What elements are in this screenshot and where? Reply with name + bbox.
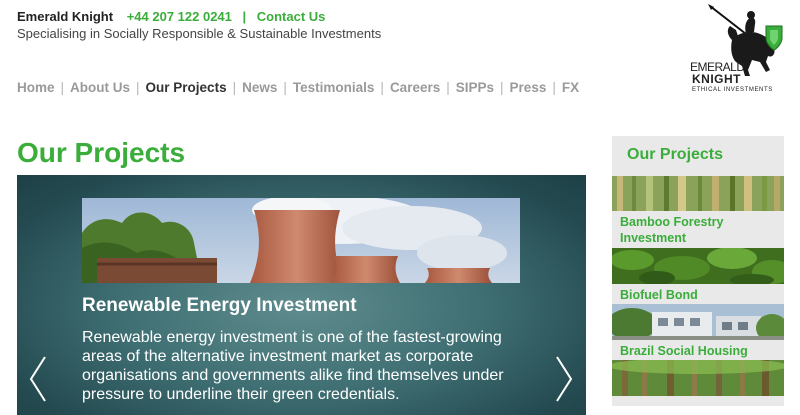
sidebar-heading: Our Projects bbox=[627, 146, 724, 163]
nav-divider: | bbox=[60, 80, 65, 95]
nav-divider: | bbox=[446, 80, 450, 95]
nav-divider: | bbox=[283, 80, 287, 95]
nav-news[interactable]: News bbox=[242, 80, 277, 95]
main-nav: Home | About Us | Our Projects | News | Testimon… bbox=[17, 80, 579, 95]
cooling-towers-photo bbox=[82, 198, 520, 283]
slide-title: Renewable Energy Investment bbox=[82, 295, 357, 316]
nav-divider: | bbox=[500, 80, 504, 95]
chevron-left-icon[interactable] bbox=[27, 355, 49, 403]
tagline: Specialising in Socially Responsible & S… bbox=[17, 26, 382, 41]
chevron-right-icon[interactable] bbox=[553, 355, 575, 403]
phone-number[interactable]: +44 207 122 0241 bbox=[127, 9, 232, 24]
nav-divider: | bbox=[552, 80, 556, 95]
logo-text-knight: KNIGHT bbox=[692, 72, 741, 86]
nav-testimonials[interactable]: Testimonials bbox=[293, 80, 375, 95]
header-separator: | bbox=[242, 9, 247, 24]
page-title: Our Projects bbox=[17, 137, 186, 168]
sidebar-item-brazil-social-housing[interactable]: Brazil Social Housing bbox=[620, 343, 780, 359]
nav-divider: | bbox=[232, 80, 237, 95]
bamboo-photo[interactable] bbox=[612, 176, 784, 211]
nav-home[interactable]: Home bbox=[17, 80, 55, 95]
company-name: Emerald Knight bbox=[17, 9, 114, 24]
biofuel-plants-photo[interactable] bbox=[612, 248, 784, 284]
logo-text-tagline: ETHICAL INVESTMENTS bbox=[692, 87, 773, 93]
nav-press[interactable]: Press bbox=[510, 80, 547, 95]
slide-description: Renewable energy investment is one of th… bbox=[82, 329, 504, 403]
header-contact-line: Emerald Knight +44 207 122 0241 | Contac… bbox=[17, 9, 325, 25]
project-slider: Renewable Energy Investment Renewable en… bbox=[17, 175, 586, 415]
projects-sidebar: Our Projects Bamboo Forestry Investment … bbox=[612, 136, 784, 406]
sidebar-item-biofuel-bond[interactable]: Biofuel Bond bbox=[620, 287, 780, 303]
nav-divider: | bbox=[136, 80, 140, 95]
nav-careers[interactable]: Careers bbox=[390, 80, 440, 95]
nav-sipps[interactable]: SIPPs bbox=[456, 80, 494, 95]
forest-photo[interactable] bbox=[612, 360, 784, 396]
nav-fx[interactable]: FX bbox=[562, 80, 579, 95]
housing-photo[interactable] bbox=[612, 304, 784, 340]
contact-us-link[interactable]: Contact Us bbox=[257, 9, 326, 24]
nav-about-us[interactable]: About Us bbox=[70, 80, 130, 95]
nav-divider: | bbox=[380, 80, 384, 95]
nav-our-projects[interactable]: Our Projects bbox=[146, 80, 227, 95]
sidebar-item-bamboo-forestry[interactable]: Bamboo Forestry Investment bbox=[620, 214, 780, 246]
